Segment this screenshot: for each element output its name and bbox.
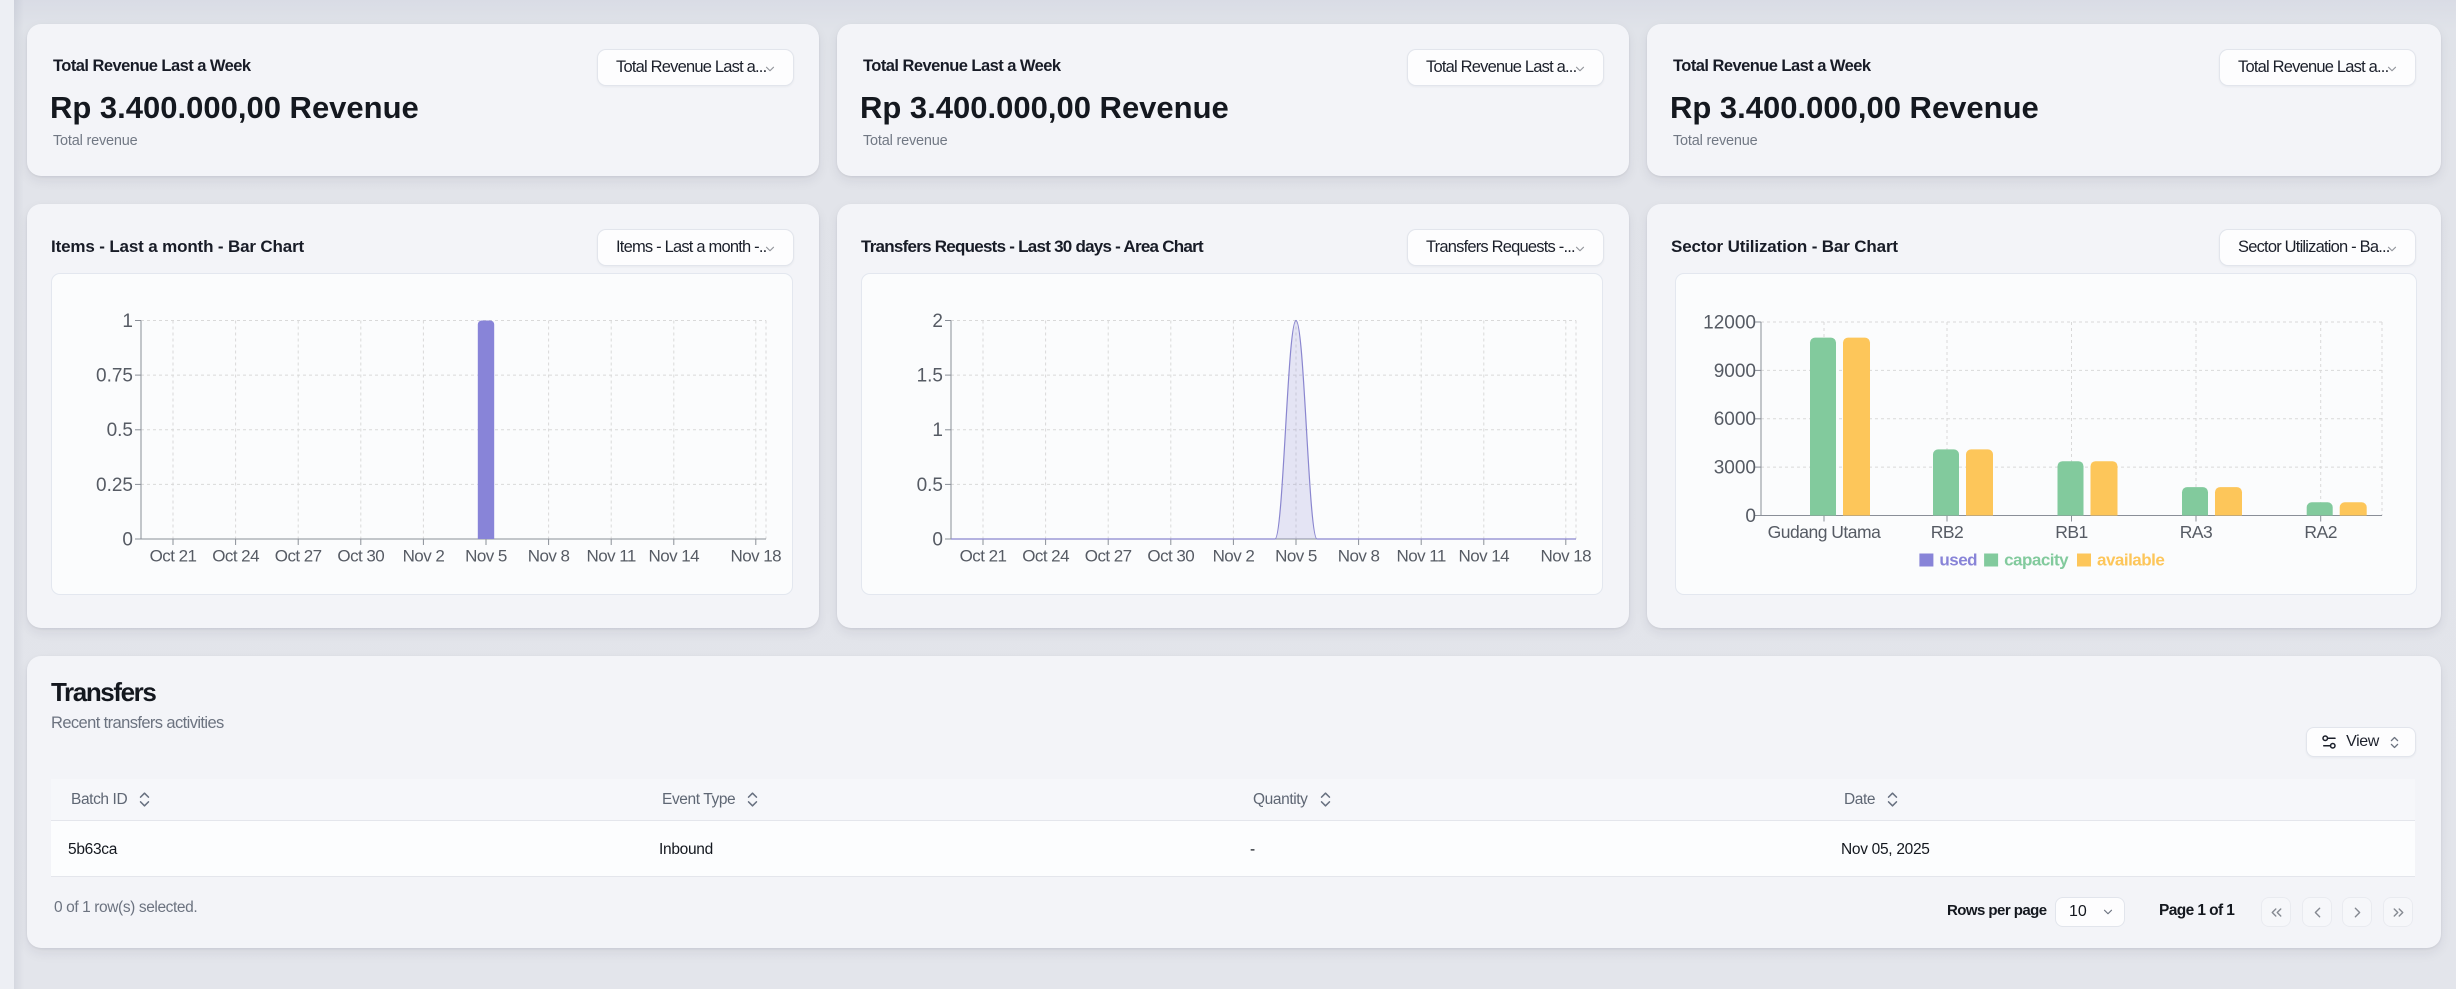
svg-text:RB1: RB1 <box>2055 522 2088 542</box>
svg-text:capacity: capacity <box>2004 551 2069 570</box>
svg-text:12000: 12000 <box>1703 313 1756 334</box>
svg-text:Nov 11: Nov 11 <box>587 547 636 566</box>
svg-text:0: 0 <box>1745 506 1756 527</box>
svg-text:Gudang Utama: Gudang Utama <box>1768 522 1881 542</box>
svg-text:Nov 2: Nov 2 <box>403 547 445 566</box>
svg-text:Oct 24: Oct 24 <box>212 547 259 566</box>
svg-text:2: 2 <box>932 311 943 332</box>
svg-text:RA2: RA2 <box>2304 522 2337 542</box>
svg-text:0.75: 0.75 <box>96 366 133 387</box>
svg-text:1: 1 <box>122 311 133 332</box>
svg-text:RA3: RA3 <box>2180 522 2213 542</box>
svg-text:Nov 14: Nov 14 <box>649 547 700 566</box>
svg-text:0.5: 0.5 <box>917 475 943 496</box>
svg-text:Oct 21: Oct 21 <box>150 547 197 566</box>
svg-text:Nov 8: Nov 8 <box>1338 547 1380 566</box>
svg-text:Nov 14: Nov 14 <box>1459 547 1510 566</box>
svg-text:0.25: 0.25 <box>96 475 133 496</box>
svg-text:1.5: 1.5 <box>917 366 943 387</box>
svg-text:Nov 2: Nov 2 <box>1213 547 1255 566</box>
svg-text:RB2: RB2 <box>1931 522 1964 542</box>
svg-text:0: 0 <box>932 530 943 551</box>
svg-text:Oct 30: Oct 30 <box>337 547 384 566</box>
svg-text:available: available <box>2097 551 2164 570</box>
svg-text:used: used <box>1939 551 1977 570</box>
svg-text:Oct 27: Oct 27 <box>1085 547 1132 566</box>
svg-text:0: 0 <box>122 530 133 551</box>
svg-text:Nov 8: Nov 8 <box>528 547 570 566</box>
svg-text:Nov 5: Nov 5 <box>465 547 507 566</box>
svg-text:Oct 30: Oct 30 <box>1147 547 1194 566</box>
svg-text:Nov 18: Nov 18 <box>731 547 782 566</box>
svg-text:1: 1 <box>932 420 943 441</box>
svg-text:3000: 3000 <box>1714 458 1756 479</box>
svg-text:Nov 18: Nov 18 <box>1541 547 1592 566</box>
svg-text:9000: 9000 <box>1714 361 1756 382</box>
svg-text:Nov 5: Nov 5 <box>1275 547 1317 566</box>
svg-text:0.5: 0.5 <box>107 420 133 441</box>
svg-text:Oct 27: Oct 27 <box>275 547 322 566</box>
svg-text:Nov 11: Nov 11 <box>1397 547 1446 566</box>
svg-text:6000: 6000 <box>1714 409 1756 430</box>
svg-text:Oct 21: Oct 21 <box>960 547 1007 566</box>
svg-text:Oct 24: Oct 24 <box>1022 547 1069 566</box>
